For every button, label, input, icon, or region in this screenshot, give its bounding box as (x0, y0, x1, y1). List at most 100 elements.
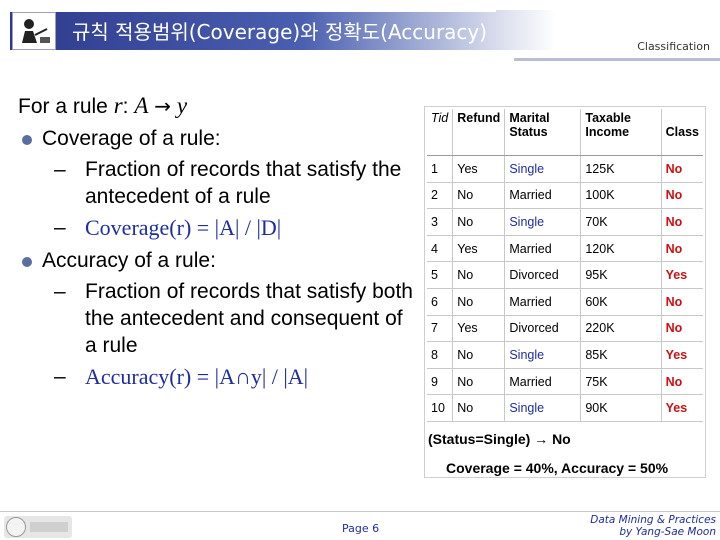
coverage-description-text: Fraction of records that satisfy the ant… (85, 158, 402, 208)
footer-divider (0, 511, 720, 512)
table-cell: No (661, 208, 703, 236)
example-metrics: Coverage = 40%, Accuracy = 50% (446, 460, 669, 476)
table-cell: No (661, 235, 703, 263)
accuracy-formula-item: – Accuracy(r) = |A∩y| / |A| (18, 363, 413, 391)
table-cell: 7 (427, 315, 454, 343)
coverage-description: – Fraction of records that satisfy the a… (18, 156, 413, 210)
slide-body: For a rule r: A → y Coverage of a rule: … (18, 92, 413, 391)
page-number: Page 6 (342, 522, 380, 535)
table-cell: No (661, 288, 703, 316)
table-cell: Divorced (504, 315, 582, 343)
table-cell: 5 (427, 261, 454, 289)
table-cell: No (452, 208, 506, 236)
slide-header: 규칙 적용범위(Coverage)와 정확도(Accuracy) Classif… (0, 0, 720, 62)
intro-arrow: → (154, 94, 171, 118)
table-cell: No (452, 394, 506, 422)
intro-rule: r (113, 93, 123, 118)
table-cell: Single (504, 341, 582, 369)
table-cell: 220K (580, 315, 662, 343)
table-cell: Single (504, 208, 582, 236)
table-cell: 90K (580, 394, 662, 422)
intro-line: For a rule r: A → y (18, 92, 413, 120)
footer-credit: Data Mining & Practices by Yang-Sae Moon (590, 514, 716, 538)
table-row: 7 Yes Divorced 220K No (427, 315, 703, 343)
header-divider (514, 58, 720, 61)
table-row: 2 No Married 100K No (427, 182, 703, 210)
table-cell: 70K (580, 208, 662, 236)
data-table-panel: Tid Refund Marital Status Taxable Income… (424, 106, 706, 478)
coverage-bullet: Coverage of a rule: (18, 125, 413, 152)
presenter-icon (12, 12, 56, 50)
section-label: Classification (637, 40, 710, 53)
table-row: 10 No Single 90K Yes (427, 394, 703, 422)
accuracy-description-text: Fraction of records that satisfy both th… (85, 280, 413, 357)
table-cell: No (452, 341, 506, 369)
table-cell: 3 (427, 208, 454, 236)
table-cell: Married (504, 368, 582, 396)
table-cell: Married (504, 288, 582, 316)
intro-consequent: y (176, 93, 188, 118)
credit-author: by Yang-Sae Moon (619, 526, 716, 538)
coverage-formula-item: – Coverage(r) = |A| / |D| (18, 214, 413, 242)
presenter-icon-graphic (16, 16, 52, 46)
table-row: 9 No Married 75K No (427, 368, 703, 396)
table-cell: Yes (452, 315, 506, 343)
table-cell: 4 (427, 235, 454, 263)
table-cell: Single (504, 155, 582, 183)
table-cell: No (661, 368, 703, 396)
table-cell: Single (504, 394, 582, 422)
dash: – (54, 158, 66, 181)
table-header-row: Tid Refund Marital Status Taxable Income… (427, 109, 703, 156)
table-row: 8 No Single 85K Yes (427, 341, 703, 369)
table-row: 5 No Divorced 95K Yes (427, 261, 703, 289)
dash: – (54, 216, 66, 239)
example-rule: (Status=Single) → No (428, 431, 571, 447)
coverage-formula: Coverage(r) = |A| / |D| (85, 215, 282, 240)
credit-course: Data Mining & Practices (590, 514, 716, 526)
table-cell: No (661, 315, 703, 343)
accuracy-bullet: Accuracy of a rule: (18, 247, 413, 274)
table-cell: No (452, 261, 506, 289)
logo-wordmark (30, 522, 68, 532)
header-marital-status: Marital Status (504, 109, 582, 156)
coverage-heading: Coverage of a rule: (42, 127, 221, 150)
table-cell: Yes (661, 261, 703, 289)
header-taxable-income: Taxable Income (580, 109, 662, 156)
table-cell: 125K (580, 155, 662, 183)
table-row: 6 No Married 60K No (427, 288, 703, 316)
header-refund: Refund (452, 109, 506, 156)
table-cell: 1 (427, 155, 454, 183)
table-row: 3 No Single 70K No (427, 208, 703, 236)
table-cell: 75K (580, 368, 662, 396)
table-cell: 8 (427, 341, 454, 369)
table-cell: 100K (580, 182, 662, 210)
table-cell: 10 (427, 394, 454, 422)
table-cell: No (452, 182, 506, 210)
table-cell: Yes (661, 394, 703, 422)
table-row: 1 Yes Single 125K No (427, 155, 703, 183)
table-cell: 6 (427, 288, 454, 316)
bullet-dot (22, 257, 32, 267)
table-cell: No (661, 182, 703, 210)
intro-antecedent: A (134, 93, 149, 118)
university-logo (4, 516, 72, 538)
accuracy-heading: Accuracy of a rule: (42, 249, 216, 272)
page-title: 규칙 적용범위(Coverage)와 정확도(Accuracy) (72, 20, 488, 44)
table-cell: 95K (580, 261, 662, 289)
table-row: 4 Yes Married 120K No (427, 235, 703, 263)
university-seal-icon (6, 517, 26, 537)
table-cell: Married (504, 235, 582, 263)
table-cell: 2 (427, 182, 454, 210)
header-tid: Tid (427, 109, 454, 156)
bullet-dot (22, 135, 32, 145)
table-cell: 120K (580, 235, 662, 263)
dash: – (54, 365, 66, 388)
table-body: 1 Yes Single 125K No 2 No Married 100K No 3 No Singl… (427, 155, 703, 422)
dash: – (54, 280, 66, 303)
training-data-table: Tid Refund Marital Status Taxable Income… (427, 109, 703, 422)
table-cell: No (452, 368, 506, 396)
header-class: Class (661, 109, 703, 156)
table-cell: 9 (427, 368, 454, 396)
table-cell: Yes (452, 155, 506, 183)
table-cell: Divorced (504, 261, 582, 289)
